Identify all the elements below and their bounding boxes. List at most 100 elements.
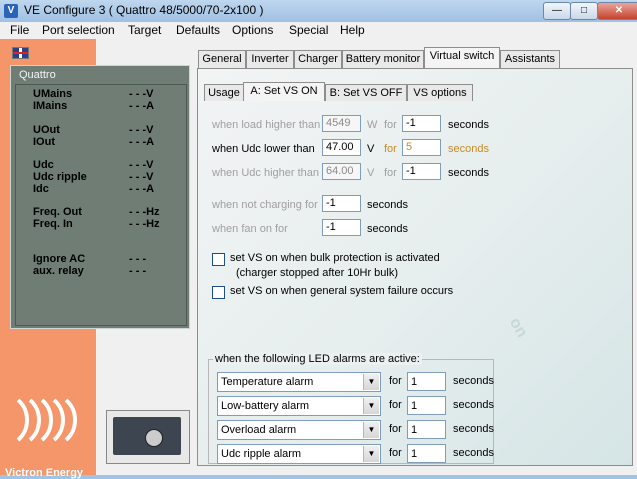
- alarm-2-seconds-label: seconds: [453, 399, 494, 411]
- alarm-3-seconds-label: seconds: [453, 423, 494, 435]
- udc-high-label: when Udc higher than: [212, 167, 320, 179]
- tab-assistants[interactable]: Assistants: [500, 50, 560, 68]
- language-flag-icon[interactable]: [12, 47, 29, 59]
- menu-target[interactable]: Target: [128, 23, 161, 37]
- load-unit: W: [367, 119, 378, 131]
- title-bar: V VE Configure 3 ( Quattro 48/5000/70-2x…: [0, 0, 637, 23]
- fan-on-label: when fan on for: [212, 223, 288, 235]
- status-value-freq-in: - - -Hz: [129, 218, 160, 230]
- status-label-iout: IOut: [33, 136, 55, 148]
- load-time-input[interactable]: [402, 115, 441, 132]
- app-icon: V: [4, 4, 18, 18]
- tab-charger[interactable]: Charger: [294, 50, 342, 68]
- status-value-umains: - - -V: [129, 88, 154, 100]
- control-panel-face: [113, 417, 181, 455]
- tab-virtual-switch[interactable]: Virtual switch: [424, 47, 500, 68]
- control-panel-image: [106, 410, 190, 464]
- alarm-select-1[interactable]: Temperature alarm ▼: [217, 372, 381, 392]
- alarm-select-1-value: Temperature alarm: [221, 376, 314, 388]
- alarm-4-time-input[interactable]: [407, 444, 446, 463]
- brand-name: Victron Energy: [5, 467, 84, 479]
- fan-on-input[interactable]: [322, 219, 361, 236]
- bulk-protection-note: (charger stopped after 10Hr bulk): [236, 267, 399, 279]
- victron-logo-icon: [16, 398, 77, 442]
- chevron-down-icon[interactable]: ▼: [363, 446, 379, 462]
- udc-high-time-input[interactable]: [402, 163, 441, 180]
- status-value-aux-relay: - - -: [129, 265, 147, 277]
- status-panel: Quattro UMains - - -V IMains - - -A UOut…: [10, 65, 190, 329]
- alarm-2-time-input[interactable]: [407, 396, 446, 415]
- chevron-down-icon[interactable]: ▼: [363, 422, 379, 438]
- client-area: Quattro UMains - - -V IMains - - -A UOut…: [0, 39, 637, 479]
- virtual-switch-page: on Usage A: Set VS ON B: Set VS OFF VS o…: [197, 68, 633, 466]
- alarm-1-seconds-label: seconds: [453, 375, 494, 387]
- alarm-select-3-value: Overload alarm: [221, 424, 297, 436]
- status-readout: [15, 84, 187, 326]
- minimize-button[interactable]: —: [543, 2, 571, 20]
- load-label: when load higher than: [212, 119, 321, 131]
- udc-high-unit: V: [367, 167, 375, 179]
- udc-low-input[interactable]: [322, 139, 361, 156]
- subtab-set-vs-on[interactable]: A: Set VS ON: [243, 82, 325, 101]
- alarm-select-2-value: Low-battery alarm: [221, 400, 310, 412]
- status-label-idc: Idc: [33, 183, 49, 195]
- alarm-select-3[interactable]: Overload alarm ▼: [217, 420, 381, 440]
- status-label-aux-relay: aux. relay: [33, 265, 84, 277]
- udc-high-seconds-label: seconds: [448, 167, 489, 179]
- maximize-button[interactable]: □: [570, 2, 598, 20]
- alarm-4-for-label: for: [389, 447, 402, 459]
- led-alarms-group: when the following LED alarms are active…: [208, 353, 494, 464]
- status-label-umains: UMains: [33, 88, 73, 100]
- bulk-protection-label: set VS on when bulk protection is activa…: [230, 252, 440, 264]
- subtab-usage[interactable]: Usage: [204, 84, 244, 101]
- status-label-freq-out: Freq. Out: [33, 206, 82, 218]
- chevron-down-icon[interactable]: ▼: [363, 374, 379, 390]
- system-failure-checkbox[interactable]: [212, 286, 225, 299]
- udc-low-unit: V: [367, 143, 375, 155]
- alarm-select-2[interactable]: Low-battery alarm ▼: [217, 396, 381, 416]
- tab-battery-monitor[interactable]: Battery monitor: [342, 50, 424, 68]
- status-label-freq-in: Freq. In: [33, 218, 73, 230]
- menu-special[interactable]: Special: [289, 23, 328, 37]
- menu-port-selection[interactable]: Port selection: [42, 23, 115, 37]
- status-value-iout: - - -A: [129, 136, 155, 148]
- alarm-3-time-input[interactable]: [407, 420, 446, 439]
- menu-defaults[interactable]: Defaults: [176, 23, 220, 37]
- menu-file[interactable]: File: [10, 23, 29, 37]
- status-label-imains: IMains: [33, 100, 68, 112]
- alarm-1-for-label: for: [389, 375, 402, 387]
- alarm-4-seconds-label: seconds: [453, 447, 494, 459]
- not-charging-input[interactable]: [322, 195, 361, 212]
- udc-low-label: when Udc lower than: [212, 143, 315, 155]
- status-value-udc-ripple: - - -V: [129, 171, 154, 183]
- udc-low-time-input[interactable]: [402, 139, 441, 156]
- status-value-udc: - - -V: [129, 159, 154, 171]
- close-button[interactable]: ✕: [597, 2, 637, 20]
- udc-low-for-label: for: [384, 143, 397, 155]
- tab-inverter[interactable]: Inverter: [246, 50, 294, 68]
- device-label: Quattro: [19, 69, 56, 81]
- udc-high-input[interactable]: [322, 163, 361, 180]
- alarm-select-4-value: Udc ripple alarm: [221, 448, 302, 460]
- tab-general[interactable]: General: [198, 50, 246, 68]
- window-title: VE Configure 3 ( Quattro 48/5000/70-2x10…: [24, 3, 264, 17]
- bulk-protection-checkbox[interactable]: [212, 253, 225, 266]
- subtab-vs-options[interactable]: VS options: [407, 84, 473, 101]
- menu-help[interactable]: Help: [340, 23, 365, 37]
- status-label-udc: Udc: [33, 159, 54, 171]
- not-charging-seconds-label: seconds: [367, 199, 408, 211]
- status-label-udc-ripple: Udc ripple: [33, 171, 87, 183]
- status-value-ignore-ac: - - -: [129, 253, 147, 265]
- load-seconds-label: seconds: [448, 119, 489, 131]
- load-watt-input[interactable]: [322, 115, 361, 132]
- status-value-uout: - - -V: [129, 124, 154, 136]
- alarm-1-time-input[interactable]: [407, 372, 446, 391]
- status-value-imains: - - -A: [129, 100, 155, 112]
- udc-low-seconds-label: seconds: [448, 143, 489, 155]
- alarm-select-4[interactable]: Udc ripple alarm ▼: [217, 444, 381, 464]
- status-value-idc: - - -A: [129, 183, 155, 195]
- subtab-set-vs-off[interactable]: B: Set VS OFF: [325, 84, 407, 101]
- menu-options[interactable]: Options: [232, 23, 273, 37]
- status-value-freq-out: - - -Hz: [129, 206, 160, 218]
- chevron-down-icon[interactable]: ▼: [363, 398, 379, 414]
